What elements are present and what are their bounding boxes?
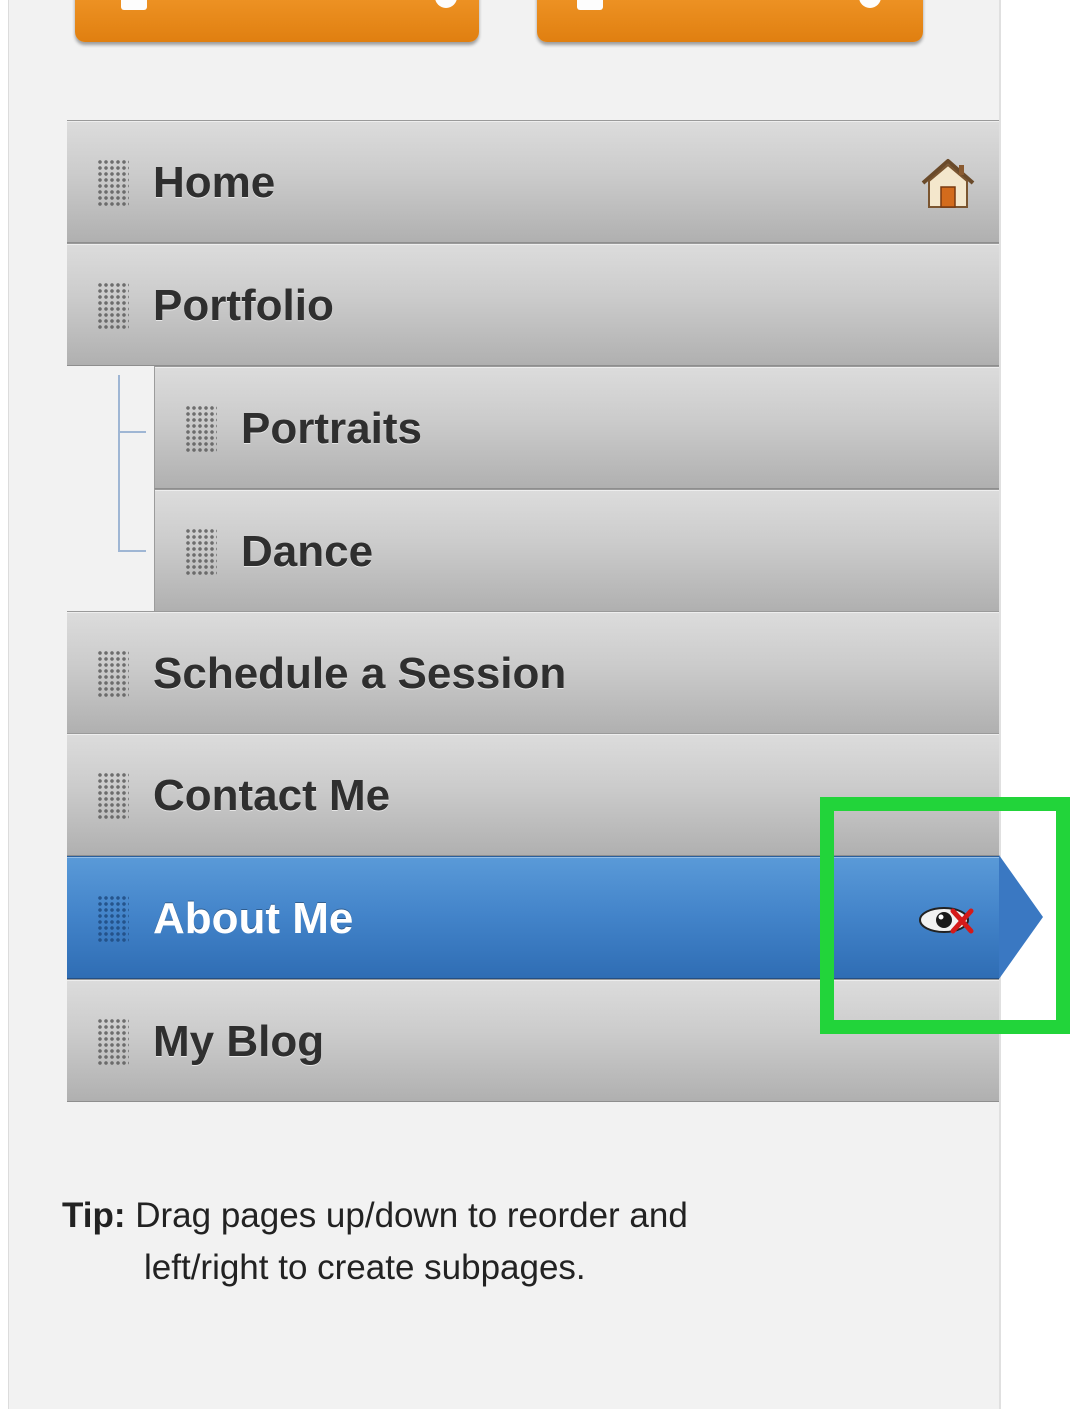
drag-handle-icon[interactable] [97,1018,129,1066]
tip-line-2: left/right to create subpages. [144,1248,586,1287]
nav-item-label: About Me [153,894,354,943]
settings-icon [859,0,881,8]
edit-page-button[interactable] [537,0,923,42]
add-page-button[interactable] [75,0,479,42]
nav-item-label: Dance [241,527,374,576]
nav-item-home[interactable]: Home [67,120,999,243]
drag-handle-icon[interactable] [97,159,129,207]
drag-handle-icon[interactable] [97,772,129,820]
nav-item-label: Portfolio [153,281,334,330]
nav-item-dance[interactable]: Dance [154,489,999,612]
drag-handle-icon[interactable] [97,650,129,698]
nav-item-label: My Blog [153,1017,325,1066]
tip-line-1: Drag pages up/down to reorder and [135,1196,688,1235]
home-icon[interactable] [919,157,977,211]
tip-text: Tip: Drag pages up/down to reorder and l… [62,1190,822,1294]
plus-icon [435,0,457,8]
nav-item-portraits[interactable]: Portraits [154,366,999,489]
drag-handle-icon[interactable] [185,528,217,576]
nav-item-label: Schedule a Session [153,649,567,698]
nav-item-label: Portraits [241,404,422,453]
nav-item-schedule-a-session[interactable]: Schedule a Session [67,611,999,734]
drag-handle-icon[interactable] [97,895,129,943]
nav-item-portfolio[interactable]: Portfolio [67,243,999,366]
tip-label: Tip: [62,1196,126,1235]
edit-icon [577,0,603,10]
page-icon [121,0,147,10]
highlight-box [820,797,1070,1034]
nav-item-label: Contact Me [153,771,391,820]
drag-handle-icon[interactable] [97,282,129,330]
nav-item-label: Home [153,158,276,207]
drag-handle-icon[interactable] [185,405,217,453]
